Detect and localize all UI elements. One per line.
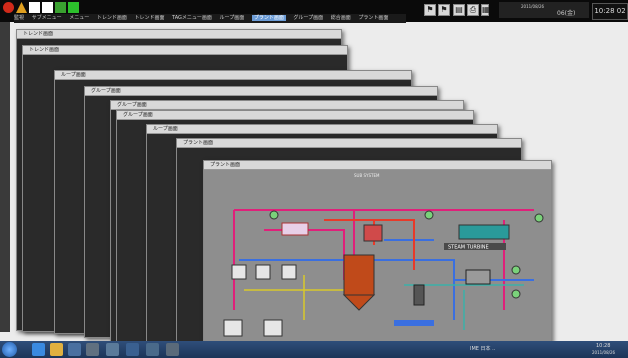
app-icon[interactable] [86, 343, 99, 356]
date-display: 2011/08/26 06(金) [499, 2, 589, 18]
turbine-label: STEAM TURBINE [448, 245, 489, 251]
alarm-white2-icon[interactable] [42, 2, 53, 13]
window-title: グループ画面 [85, 87, 437, 96]
silo-1[interactable] [223, 319, 243, 337]
window-title: ループ画面 [55, 71, 411, 80]
tool-icon-1[interactable]: ⚑ [424, 4, 436, 16]
boiler[interactable] [343, 254, 375, 296]
window-title: プラント画面 [177, 139, 521, 148]
taskbar-date: 2011/08/26 [592, 350, 616, 355]
pump-icon[interactable] [511, 265, 521, 275]
pump-icon[interactable] [511, 289, 521, 299]
tray-text[interactable]: IME 日本 .. [470, 345, 495, 352]
ep-unit[interactable] [465, 269, 491, 285]
window-title: ループ画面 [147, 125, 497, 134]
menu-item[interactable]: メニュー [69, 15, 89, 21]
day-text: 06(金) [557, 10, 576, 17]
heat-exchanger[interactable] [281, 222, 309, 236]
menu-item[interactable]: トレンド画面 [97, 15, 127, 21]
app-icon[interactable] [166, 343, 179, 356]
plant-diagram: SUB SYSTEM STEAM TURBINE [204, 170, 551, 342]
window-title: トレンド画面 [17, 30, 341, 39]
app-icon[interactable] [106, 343, 119, 356]
condenser-pipe [394, 320, 434, 326]
menu-item[interactable]: トレンド画面 [134, 15, 164, 21]
windows-taskbar: IME 日本 .. 10:28 2011/08/26 [0, 341, 628, 358]
menu-item[interactable]: サブメニュー [32, 15, 62, 21]
menu-item[interactable]: TAGメニュー画面 [172, 15, 212, 21]
menu-item[interactable]: ループ画面 [220, 15, 245, 21]
ie-icon[interactable] [32, 343, 45, 356]
window-title: トレンド画面 [23, 46, 347, 55]
pump-icon[interactable] [269, 210, 279, 220]
silo-3[interactable] [281, 264, 297, 280]
window-title: グループ画面 [111, 101, 463, 110]
app-icon[interactable] [146, 343, 159, 356]
start-button-icon[interactable] [2, 342, 17, 357]
app-icon[interactable] [68, 343, 81, 356]
alarm-green-icon[interactable] [55, 2, 66, 13]
alarm-white-icon[interactable] [29, 2, 40, 13]
main-menu-bar: 監視 サブメニュー メニュー トレンド画面 トレンド画面 TAGメニュー画面 ル… [14, 14, 406, 23]
tank-small[interactable] [413, 284, 425, 306]
date-text: 2011/08/26 [521, 4, 545, 9]
silo-2[interactable] [263, 319, 283, 337]
silo-4[interactable] [255, 264, 271, 280]
window-title: グループ画面 [117, 111, 473, 120]
app-icon[interactable] [126, 343, 139, 356]
menu-item[interactable]: 総合画面 [331, 15, 351, 21]
explorer-icon[interactable] [50, 343, 63, 356]
steam-turbine[interactable] [458, 224, 510, 240]
tool-icon-2[interactable]: ⚑ [438, 4, 450, 16]
menu-item[interactable]: グループ画面 [293, 15, 323, 21]
alarm-warning-icon[interactable] [16, 2, 27, 13]
window-plant-front[interactable]: プラント画面 SUB SYSTEM STEAM TURBINE [203, 160, 552, 342]
top-toolbar: 監視 サブメニュー メニュー トレンド画面 トレンド画面 TAGメニュー画面 ル… [0, 0, 628, 23]
drum-1[interactable] [363, 224, 383, 242]
menu-item[interactable]: プラント画面 [358, 15, 388, 21]
taskbar-time[interactable]: 10:28 [596, 343, 610, 349]
clock-display: 10:28 02 [592, 3, 628, 20]
silo-5[interactable] [231, 264, 247, 280]
printer-icon[interactable]: ⎙ [467, 4, 479, 16]
pump-icon[interactable] [534, 213, 544, 223]
window-title: プラント画面 [204, 161, 551, 170]
left-side-strip [0, 22, 10, 332]
tool-icon-4[interactable]: ▦ [481, 4, 490, 16]
alarm-check-icon[interactable] [68, 2, 79, 13]
menu-item-active[interactable]: プラント画面 [251, 15, 286, 21]
plant-header: SUB SYSTEM [354, 173, 380, 178]
menu-item[interactable]: 監視 [14, 15, 24, 21]
alarm-red-icon[interactable] [3, 2, 14, 13]
pump-icon[interactable] [424, 210, 434, 220]
tool-icon-3[interactable]: ▤ [453, 4, 465, 16]
